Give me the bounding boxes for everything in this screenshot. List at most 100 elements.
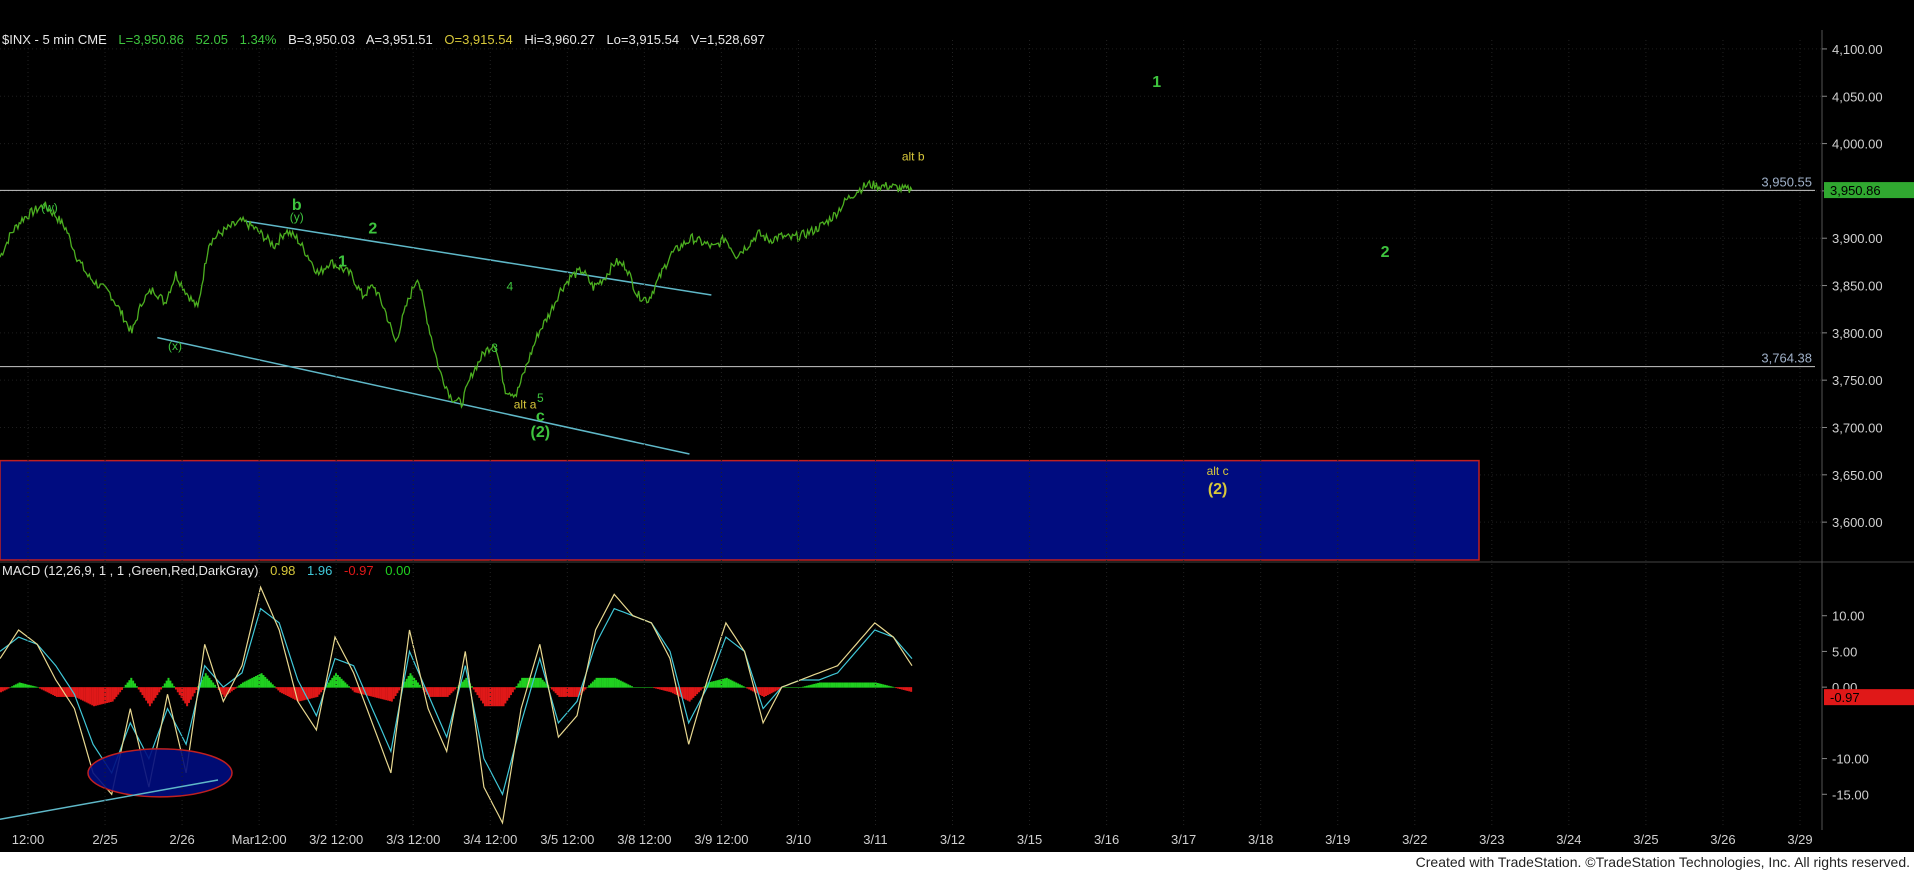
macd-histogram-bar <box>491 687 494 707</box>
macd-histogram-bar <box>772 687 775 693</box>
macd-histogram-bar <box>107 687 110 703</box>
macd-histogram-bar <box>308 687 311 699</box>
macd-histogram-bar <box>130 677 133 688</box>
macd-histogram-bar <box>39 687 42 689</box>
y-tick-label: 3,750.00 <box>1832 373 1883 388</box>
macd-histogram-bar <box>156 687 159 696</box>
macd-histogram-bar <box>387 687 390 701</box>
macd-histogram-bar <box>910 687 913 692</box>
macd-histogram-bar <box>500 687 503 707</box>
macd-histogram-bar <box>241 682 244 688</box>
macd-histogram-bar <box>714 680 717 688</box>
wave-label: 5 <box>537 391 544 405</box>
macd-histogram-bar <box>722 678 725 688</box>
macd-histogram-bar <box>348 686 351 688</box>
macd-histogram-bar <box>724 678 727 688</box>
macd-histogram-bar <box>498 687 501 707</box>
macd-histogram-bar <box>794 687 797 688</box>
wave-label: (2) <box>531 424 551 441</box>
y-tick-label: 3,700.00 <box>1832 421 1883 436</box>
macd-histogram-bar <box>619 680 622 688</box>
macd-histogram-bar <box>627 684 630 688</box>
macd-histogram-bar <box>249 678 252 688</box>
macd-histogram-bar <box>113 687 116 700</box>
macd-histogram-bar <box>536 677 539 688</box>
macd-histogram-bar <box>586 687 589 688</box>
x-tick-label: 3/5 12:00 <box>540 832 594 847</box>
macd-histogram-bar <box>885 685 888 688</box>
header-change: 52.05 <box>195 32 228 47</box>
macd-histogram-bar <box>381 687 384 700</box>
macd-histogram-bar <box>850 682 853 688</box>
macd-histogram-bar <box>694 687 697 696</box>
macd-histogram-bar <box>134 683 137 688</box>
macd-histogram-bar <box>738 684 741 688</box>
macd-histogram-bar <box>523 677 526 688</box>
macd-histogram-bar <box>606 677 609 688</box>
macd-histogram-bar <box>98 687 101 705</box>
x-tick-label: 3/15 <box>1017 832 1042 847</box>
macd-histogram-bar <box>262 675 265 688</box>
macd-histogram-bar <box>770 687 773 694</box>
macd-histogram-bar <box>774 687 777 692</box>
macd-histogram-bar <box>785 687 788 688</box>
wave-label: 1 <box>1152 74 1161 91</box>
x-tick-label: 3/12 <box>940 832 965 847</box>
macd-histogram-bar <box>35 686 38 688</box>
macd-histogram-bar <box>372 687 375 697</box>
macd-histogram-bar <box>145 687 148 701</box>
macd-histogram-bar <box>18 682 21 688</box>
macd-histogram-bar <box>178 687 181 696</box>
wave-label: (2) <box>1208 481 1228 498</box>
macd-histogram-bar <box>29 685 32 688</box>
macd-histogram-bar <box>42 687 45 691</box>
macd-histogram-bar <box>543 681 546 688</box>
macd-histogram-bar <box>124 684 127 688</box>
macd-histogram-bar <box>625 683 628 688</box>
wave-label: 1 <box>338 254 347 271</box>
macd-histogram-bar <box>839 682 842 688</box>
macd-histogram-bar <box>277 687 280 691</box>
macd-histogram-bar <box>316 687 319 697</box>
x-tick-label: 3/11 <box>863 832 887 847</box>
macd-histogram-bar <box>898 687 901 690</box>
macd-histogram-bar <box>5 687 8 690</box>
macd-histogram-bar <box>240 683 243 688</box>
macd-histogram-bar <box>617 679 620 688</box>
macd-y-tick-label: -10.00 <box>1832 752 1869 767</box>
x-tick-label: 3/2 12:00 <box>309 832 363 847</box>
macd-histogram-bar <box>353 687 356 693</box>
wave-label: alt b <box>902 150 925 164</box>
macd-histogram-bar <box>804 686 807 688</box>
macd-histogram-bar <box>435 687 438 697</box>
y-tick-label: 4,050.00 <box>1832 89 1883 104</box>
macd-histogram-bar <box>33 686 36 688</box>
macd-histogram-bar <box>567 687 570 697</box>
macd-histogram-bar <box>612 677 615 688</box>
macd-histogram-bar <box>349 687 352 689</box>
x-tick-label: 3/4 12:00 <box>463 832 517 847</box>
macd-histogram-bar <box>787 687 790 688</box>
macd-histogram-bar <box>690 687 693 700</box>
macd-histogram-bar <box>882 684 885 688</box>
macd-histogram-bar <box>642 687 645 688</box>
macd-histogram-bar <box>418 684 421 688</box>
macd-histogram-bar <box>191 687 194 697</box>
macd-histogram-bar <box>729 679 732 688</box>
macd-histogram-bar <box>634 687 637 688</box>
header-open: O=3,915.54 <box>444 32 512 47</box>
macd-histogram-bar <box>396 687 399 694</box>
macd-histogram-bar <box>820 682 823 688</box>
macd-histogram-bar <box>370 687 373 697</box>
macd-histogram-bar <box>584 687 587 690</box>
macd-histogram-bar <box>50 687 53 695</box>
macd-histogram-bar <box>52 687 55 696</box>
macd-histogram-bar <box>835 682 838 688</box>
y-tick-label: 3,900.00 <box>1832 231 1883 246</box>
macd-histogram-bar <box>651 687 654 688</box>
macd-histogram-bar <box>817 682 820 688</box>
wave-label: 4 <box>507 279 514 293</box>
x-tick-label: 2/26 <box>169 832 194 847</box>
macd-histogram-bar <box>388 687 391 702</box>
macd-histogram-bar <box>7 687 10 689</box>
